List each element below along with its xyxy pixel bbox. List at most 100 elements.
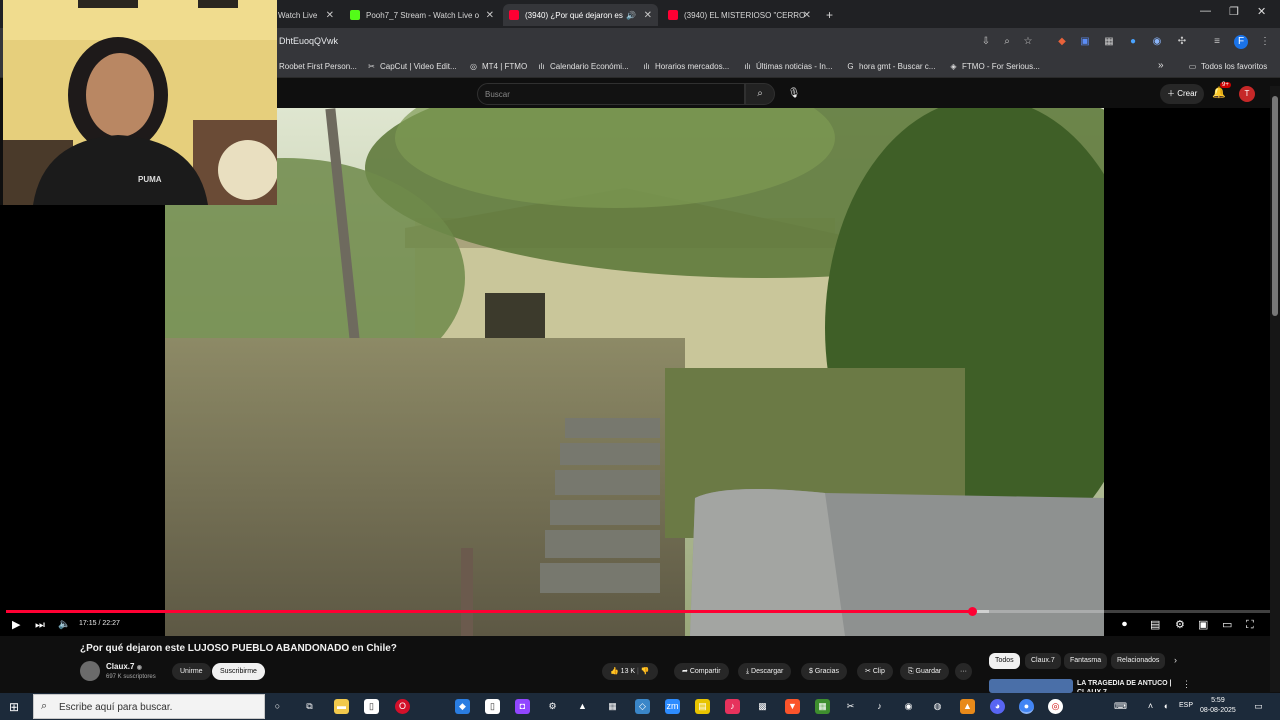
extension-circle-icon[interactable]: ◉ bbox=[1150, 35, 1164, 49]
language-indicator[interactable]: ESP bbox=[1179, 702, 1193, 709]
taskbar-search-box[interactable]: ⌕ Escribe aquí para buscar. bbox=[33, 694, 265, 719]
minimize-icon[interactable]: — bbox=[1200, 5, 1211, 17]
browser-menu-icon[interactable]: ⋮ bbox=[1258, 35, 1272, 49]
clip-button[interactable]: ✂ Clip bbox=[857, 663, 893, 680]
browser-tab-youtube-active[interactable]: (3940) ¿Por qué dejaron es 🔊 ✕ bbox=[503, 4, 658, 26]
close-tab-icon[interactable]: ✕ bbox=[486, 10, 494, 21]
obs-icon[interactable]: ◉ bbox=[901, 699, 916, 714]
tiktok-icon[interactable]: ♪ bbox=[872, 699, 887, 714]
bookmark-ftmo[interactable]: ◈ FTMO - For Serious... bbox=[949, 62, 1039, 71]
subtitles-icon[interactable]: ▤ bbox=[1150, 618, 1160, 632]
discord-icon[interactable]: ◕ bbox=[990, 699, 1005, 714]
search-button[interactable]: ⌕ bbox=[745, 83, 775, 105]
account-avatar[interactable]: T bbox=[1239, 86, 1255, 102]
windows-start-icon[interactable]: ⊞ bbox=[9, 700, 19, 714]
url-field[interactable]: DhtEuoqQVwk bbox=[279, 36, 338, 46]
chip-todos[interactable]: Todos bbox=[989, 653, 1020, 669]
browser-tab-kick-watch[interactable]: Watch Live ✕ bbox=[272, 4, 340, 26]
task-view-icon[interactable]: ⧉ bbox=[302, 699, 317, 714]
media-control-icon[interactable]: ≡ bbox=[1210, 35, 1224, 49]
minecraft-icon[interactable]: ▦ bbox=[815, 699, 830, 714]
file-explorer-icon[interactable]: ▬ bbox=[334, 699, 349, 714]
download-button[interactable]: ⤓ Descargar bbox=[738, 663, 792, 680]
new-tab-button[interactable]: + bbox=[820, 4, 838, 26]
bookmark-calendario[interactable]: ılı Calendario Económi... bbox=[537, 62, 628, 71]
extension-shield-icon[interactable]: ● bbox=[1126, 35, 1140, 49]
chip-fantasma[interactable]: Fantasma bbox=[1064, 653, 1108, 669]
video-player[interactable] bbox=[165, 108, 1104, 636]
opera-icon[interactable]: O bbox=[395, 699, 410, 714]
taskbar-clock[interactable]: 5:59 08-08-2025 bbox=[1200, 696, 1236, 716]
volume-icon[interactable]: 🔈 bbox=[58, 618, 70, 632]
bookmark-star-icon[interactable]: ☆ bbox=[1021, 35, 1035, 49]
thanks-button[interactable]: $ Gracias bbox=[801, 663, 847, 680]
recommended-video-title[interactable]: LA TRAGEDIA DE ANTUCO | CLAUX.7 bbox=[1077, 679, 1177, 692]
extension-fox-icon[interactable]: ◆ bbox=[1055, 35, 1069, 49]
tray-expand-chevron-icon[interactable]: ˄ bbox=[1143, 699, 1158, 714]
zoom-icon[interactable]: ⌕ bbox=[1000, 35, 1014, 49]
bookmark-roobet[interactable]: Roobet First Person... bbox=[279, 62, 357, 71]
app-icon[interactable]: ◇ bbox=[635, 699, 650, 714]
app-icon[interactable]: ▲ bbox=[960, 699, 975, 714]
network-icon[interactable]: ◐ bbox=[1159, 699, 1174, 714]
settings-gear-icon[interactable]: ⚙ bbox=[1175, 618, 1185, 632]
capcut-icon[interactable]: ✂ bbox=[843, 699, 858, 714]
chips-next-chevron-icon[interactable]: › bbox=[1174, 655, 1177, 665]
close-tab-icon[interactable]: ✕ bbox=[803, 10, 811, 21]
recommended-video-thumbnail[interactable] bbox=[989, 679, 1073, 693]
close-window-icon[interactable]: ✕ bbox=[1257, 5, 1266, 18]
notification-center-icon[interactable]: ▭ bbox=[1251, 699, 1266, 714]
extensions-puzzle-icon[interactable]: ✣ bbox=[1175, 35, 1189, 49]
miniplayer-icon[interactable]: ▣ bbox=[1198, 618, 1208, 632]
join-button[interactable]: Unirme bbox=[172, 663, 211, 680]
bookmark-hora-gmt[interactable]: Ghora gmt - Buscar c... bbox=[846, 62, 935, 71]
steam-icon[interactable]: ◍ bbox=[930, 699, 945, 714]
next-icon[interactable]: ⏭ bbox=[35, 618, 45, 632]
theater-mode-icon[interactable]: ▭ bbox=[1222, 618, 1232, 632]
restore-icon[interactable]: ❐ bbox=[1229, 5, 1239, 18]
settings-gear-icon[interactable]: ⚙ bbox=[545, 699, 560, 714]
fullscreen-icon[interactable]: ⛶ bbox=[1246, 618, 1254, 632]
chrome-icon[interactable]: ● bbox=[1019, 699, 1034, 714]
browser-tab-pooh-stream[interactable]: Pooh7_7 Stream - Watch Live o ✕ bbox=[344, 4, 500, 26]
calculator-icon[interactable]: ▦ bbox=[605, 699, 620, 714]
extension-translate-icon[interactable]: ▣ bbox=[1078, 35, 1092, 49]
channel-name[interactable]: Claux.7 ◉ bbox=[106, 662, 142, 671]
notepad-icon[interactable]: ▯ bbox=[364, 699, 379, 714]
recommended-menu-icon[interactable]: ⋮ bbox=[1182, 679, 1191, 690]
page-scrollbar-thumb[interactable] bbox=[1272, 96, 1278, 316]
bookmark-ultimas-noticias[interactable]: ılı Últimas noticias - In... bbox=[743, 62, 832, 71]
copilot-icon[interactable]: ◆ bbox=[455, 699, 470, 714]
autoplay-toggle[interactable]: ⏺ bbox=[1122, 618, 1127, 632]
bookmark-mt4[interactable]: ◎ MT4 | FTMO bbox=[469, 62, 527, 71]
channel-avatar[interactable] bbox=[80, 661, 100, 681]
keyboard-icon[interactable]: ⌨ bbox=[1113, 699, 1128, 714]
bookmark-horarios[interactable]: ılı Horarios mercados... bbox=[642, 62, 729, 71]
app-icon[interactable]: ▩ bbox=[755, 699, 770, 714]
bookmark-capcut[interactable]: ✂ CapCut | Video Edit... bbox=[367, 62, 457, 71]
install-app-icon[interactable]: ⇩ bbox=[979, 35, 993, 49]
search-input[interactable]: Buscar bbox=[477, 83, 745, 105]
bookmarks-more-button[interactable]: » bbox=[1158, 60, 1164, 71]
cortana-icon[interactable]: ○ bbox=[270, 699, 285, 714]
tiktok-red-icon[interactable]: ♪ bbox=[725, 699, 740, 714]
chip-claux[interactable]: Claux.7 bbox=[1025, 653, 1061, 669]
progress-scrubber-handle[interactable] bbox=[967, 607, 977, 616]
photos-icon[interactable]: ▲ bbox=[575, 699, 590, 714]
close-tab-icon[interactable]: ✕ bbox=[326, 10, 334, 21]
voice-search-mic-icon[interactable]: 🎙 bbox=[784, 84, 804, 104]
document-icon[interactable]: ▯ bbox=[485, 699, 500, 714]
chip-relacionados[interactable]: Relacionados bbox=[1111, 653, 1166, 669]
brave-icon[interactable]: ▼ bbox=[785, 699, 800, 714]
close-tab-icon[interactable]: ✕ bbox=[644, 10, 652, 21]
profile-avatar-icon[interactable]: F bbox=[1234, 35, 1248, 49]
all-favorites-button[interactable]: ▭ Todos los favoritos bbox=[1188, 62, 1268, 71]
subscribe-button[interactable]: Suscribirme bbox=[212, 663, 265, 680]
twitch-icon[interactable]: ◘ bbox=[515, 699, 530, 714]
like-button[interactable]: 👍 13 K | 👎 bbox=[602, 663, 658, 680]
speaker-icon[interactable]: 🔊 bbox=[626, 11, 636, 20]
zoom-app-icon[interactable]: zm bbox=[665, 699, 680, 714]
share-button[interactable]: ➦ Compartir bbox=[674, 663, 729, 680]
browser-tab-youtube-2[interactable]: (3940) EL MISTERIOSO "CERRO ✕ bbox=[662, 4, 817, 26]
create-button[interactable]: ＋ Crear bbox=[1160, 84, 1205, 104]
